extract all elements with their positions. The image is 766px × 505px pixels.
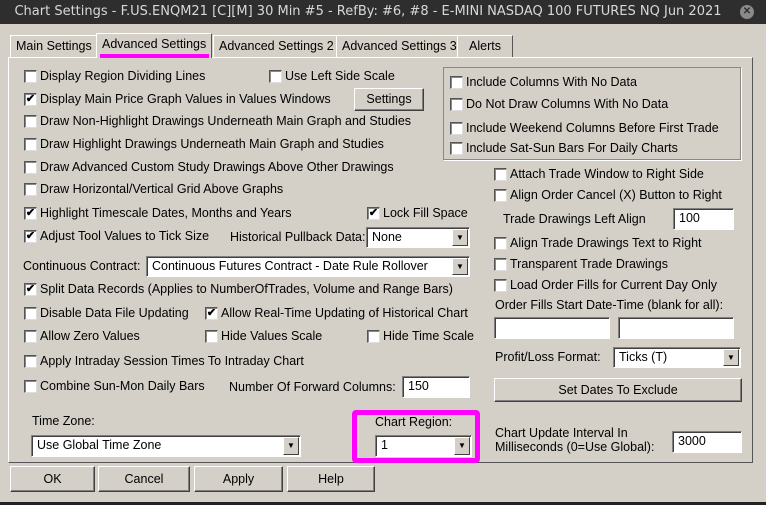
trade-left-align-label: Trade Drawings Left Align [503, 212, 646, 226]
checkbox-hide-values-scale[interactable] [205, 330, 218, 343]
checkbox-label-hide-time-scale[interactable]: Hide Time Scale [383, 329, 474, 344]
update-interval-label-2: Milliseconds (0=Use Global): [495, 440, 655, 454]
window-title: Chart Settings - F.US.ENQM21 [C][M] 30 M… [0, 0, 766, 24]
time-zone-label: Time Zone: [32, 414, 95, 428]
checkbox-no-draw-no-data[interactable] [450, 98, 463, 111]
update-interval-label-1: Chart Update Interval In [495, 426, 628, 440]
checkbox-label-hide-values-scale[interactable]: Hide Values Scale [221, 329, 322, 344]
checkbox-label-sat-sun-bars[interactable]: Include Sat-Sun Bars For Daily Charts [466, 141, 678, 156]
checkbox-label-no-draw-no-data[interactable]: Do Not Draw Columns With No Data [466, 97, 668, 112]
checkbox-main-price-values[interactable]: ✔ [24, 93, 37, 106]
chevron-down-icon[interactable]: ▼ [723, 349, 739, 366]
checkbox-non-highlight-under[interactable] [24, 115, 37, 128]
chevron-down-icon[interactable]: ▼ [454, 437, 470, 455]
tab-advanced-settings-2[interactable]: Advanced Settings 2 [213, 35, 340, 57]
checkbox-acs-above[interactable] [24, 161, 37, 174]
time-zone-select[interactable]: Use Global Time Zone ▼ [31, 435, 301, 457]
tab-advanced-settings-3[interactable]: Advanced Settings 3 [336, 35, 463, 57]
forward-columns-label: Number Of Forward Columns: [229, 380, 396, 394]
chevron-down-icon[interactable]: ▼ [452, 229, 468, 246]
checkbox-label-left-scale[interactable]: Use Left Side Scale [285, 69, 395, 84]
checkbox-label-split-data[interactable]: Split Data Records (Applies to NumberOfT… [40, 282, 453, 297]
order-fills-start-date-input[interactable] [494, 317, 610, 339]
selected-tab-highlight [100, 54, 209, 58]
pullback-value: None [372, 230, 402, 244]
profit-loss-value: Ticks (T) [619, 350, 668, 364]
checkbox-label-main-price-values[interactable]: Display Main Price Graph Values in Value… [40, 92, 331, 107]
checkbox-label-grid-above[interactable]: Draw Horizontal/Vertical Grid Above Grap… [40, 182, 283, 197]
checkbox-label-transparent-trade[interactable]: Transparent Trade Drawings [510, 257, 668, 272]
settings-button[interactable]: Settings [354, 88, 424, 111]
checkbox-label-zero-values[interactable]: Allow Zero Values [40, 329, 140, 344]
checkbox-label-adjust-tool[interactable]: Adjust Tool Values to Tick Size [40, 229, 209, 244]
checkbox-combine-sun-mon[interactable] [24, 380, 37, 393]
chart-region-value: 1 [381, 438, 388, 452]
close-icon[interactable]: ✕ [740, 5, 754, 19]
checkbox-label-attach-trade-window[interactable]: Attach Trade Window to Right Side [510, 167, 704, 182]
checkbox-adjust-tool[interactable]: ✔ [24, 230, 37, 243]
checkbox-left-scale[interactable] [269, 70, 282, 83]
checkbox-lock-fill[interactable]: ✔ [367, 207, 380, 220]
checkbox-label-lock-fill[interactable]: Lock Fill Space [383, 206, 468, 221]
continuous-value: Continuous Futures Contract - Date Rule … [152, 259, 428, 273]
chart-region-label: Chart Region: [375, 415, 453, 429]
checkbox-label-acs-above[interactable]: Draw Advanced Custom Study Drawings Abov… [40, 160, 394, 175]
checkbox-label-load-order-fills[interactable]: Load Order Fills for Current Day Only [510, 278, 717, 293]
order-fills-start-time-input[interactable] [618, 317, 734, 339]
checkbox-attach-trade-window[interactable] [494, 168, 507, 181]
pullback-select[interactable]: None ▼ [366, 227, 470, 248]
checkbox-align-trade-text[interactable] [494, 237, 507, 250]
set-dates-to-exclude-button[interactable]: Set Dates To Exclude [494, 378, 742, 402]
pullback-label: Historical Pullback Data: [230, 230, 366, 244]
checkbox-label-disable-file-updating[interactable]: Disable Data File Updating [40, 306, 189, 321]
chart-region-select[interactable]: 1 ▼ [375, 435, 472, 457]
order-fills-start-label: Order Fills Start Date-Time (blank for a… [495, 298, 724, 312]
checkbox-split-data[interactable]: ✔ [24, 283, 37, 296]
profit-loss-select[interactable]: Ticks (T) ▼ [613, 347, 741, 368]
checkbox-intraday-session[interactable] [24, 355, 37, 368]
checkbox-grid-above[interactable] [24, 183, 37, 196]
checkbox-highlight-under[interactable] [24, 138, 37, 151]
checkbox-label-highlight-under[interactable]: Draw Highlight Drawings Underneath Main … [40, 137, 384, 152]
checkbox-label-align-trade-text[interactable]: Align Trade Drawings Text to Right [510, 236, 702, 251]
update-interval-input[interactable]: 3000 [672, 431, 742, 453]
time-zone-value: Use Global Time Zone [37, 438, 162, 452]
checkbox-label-non-highlight-under[interactable]: Draw Non-Highlight Drawings Underneath M… [40, 114, 411, 129]
help-button[interactable]: Help [287, 466, 375, 492]
checkbox-label-align-cancel[interactable]: Align Order Cancel (X) Button to Right [510, 188, 722, 203]
ok-button[interactable]: OK [10, 466, 95, 492]
checkbox-sat-sun-bars[interactable] [450, 142, 463, 155]
tab-main-settings[interactable]: Main Settings [10, 35, 98, 57]
checkbox-hide-time-scale[interactable] [367, 330, 380, 343]
checkbox-label-include-no-data[interactable]: Include Columns With No Data [466, 75, 637, 90]
checkbox-label-highlight-timescale[interactable]: Highlight Timescale Dates, Months and Ye… [40, 206, 292, 221]
checkbox-highlight-timescale[interactable]: ✔ [24, 207, 37, 220]
tab-alerts[interactable]: Alerts [457, 35, 513, 57]
trade-left-align-input[interactable]: 100 [673, 208, 734, 230]
checkbox-include-no-data[interactable] [450, 76, 463, 89]
chevron-down-icon[interactable]: ▼ [452, 258, 468, 275]
checkbox-realtime-historical[interactable]: ✔ [205, 307, 218, 320]
cancel-button[interactable]: Cancel [98, 466, 190, 492]
forward-columns-input[interactable]: 150 [402, 376, 470, 398]
checkbox-disable-file-updating[interactable] [24, 307, 37, 320]
profit-loss-label: Profit/Loss Format: [495, 350, 601, 364]
checkbox-label-weekend-columns[interactable]: Include Weekend Columns Before First Tra… [466, 121, 719, 136]
apply-button[interactable]: Apply [194, 466, 283, 492]
continuous-label: Continuous Contract: [23, 259, 141, 273]
checkbox-load-order-fills[interactable] [494, 279, 507, 292]
checkbox-transparent-trade[interactable] [494, 258, 507, 271]
continuous-select[interactable]: Continuous Futures Contract - Date Rule … [146, 256, 470, 277]
checkbox-weekend-columns[interactable] [450, 122, 463, 135]
checkbox-region-lines[interactable] [24, 70, 37, 83]
checkbox-label-intraday-session[interactable]: Apply Intraday Session Times To Intraday… [40, 354, 304, 369]
checkbox-label-combine-sun-mon[interactable]: Combine Sun-Mon Daily Bars [40, 379, 205, 394]
checkbox-label-realtime-historical[interactable]: Allow Real-Time Updating of Historical C… [221, 306, 468, 321]
checkbox-label-region-lines[interactable]: Display Region Dividing Lines [40, 69, 205, 84]
chevron-down-icon[interactable]: ▼ [283, 437, 299, 455]
checkbox-align-cancel[interactable] [494, 189, 507, 202]
checkbox-zero-values[interactable] [24, 330, 37, 343]
